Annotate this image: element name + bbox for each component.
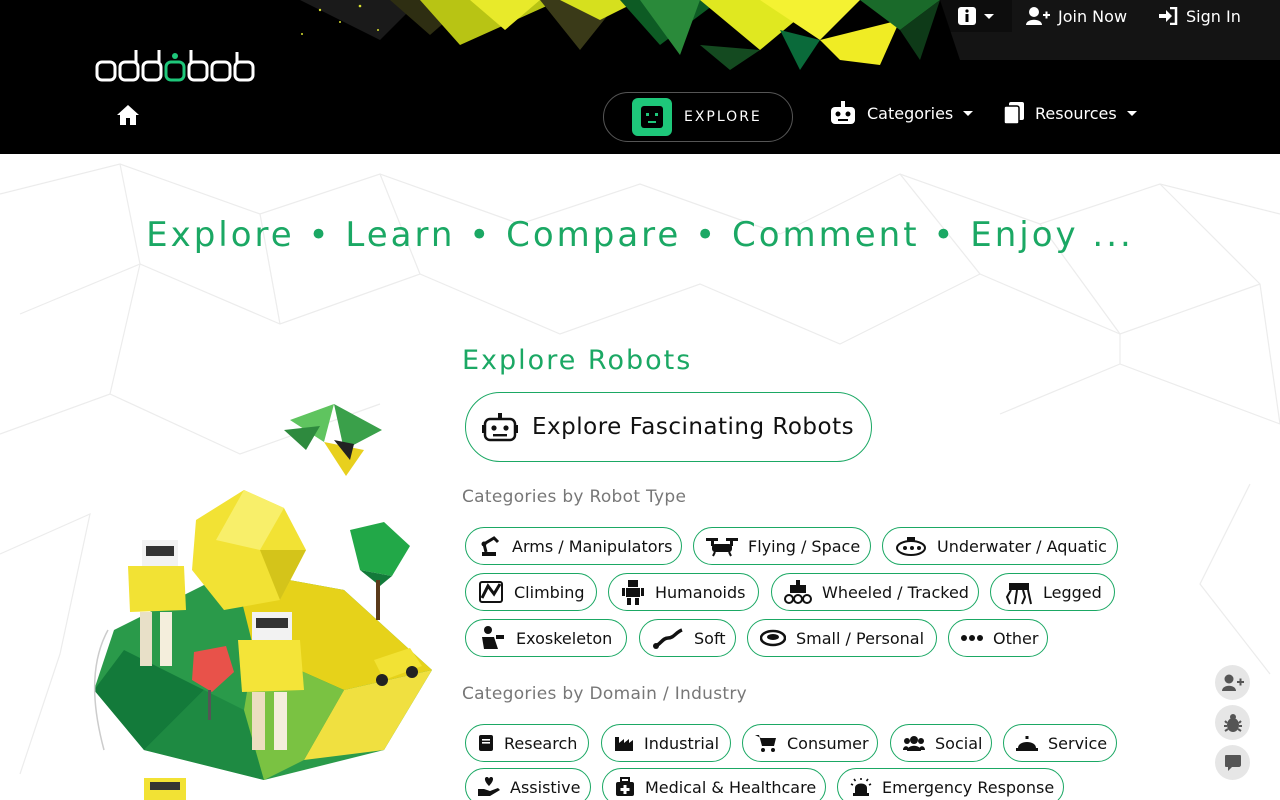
- user-plus-icon: [1026, 6, 1050, 26]
- category-soft[interactable]: Soft: [639, 619, 736, 657]
- category-legged[interactable]: Legged: [990, 573, 1115, 611]
- categories-label: Categories: [867, 103, 954, 123]
- domain-industrial[interactable]: Industrial: [601, 724, 731, 762]
- explore-fascinating-robots-button[interactable]: Explore Fascinating Robots: [465, 392, 872, 462]
- soft-robot-icon: [652, 626, 684, 650]
- domain-service[interactable]: Service: [1003, 724, 1117, 762]
- category-wheeled-tracked[interactable]: Wheeled / Tracked: [771, 573, 979, 611]
- chevron-down-icon: [1126, 110, 1137, 116]
- resources-label: Resources: [1035, 103, 1117, 123]
- domain-label: Consumer: [787, 733, 869, 753]
- sign-in-icon: [1158, 7, 1178, 25]
- submarine-icon: [895, 535, 927, 557]
- domain-label: Medical & Healthcare: [645, 777, 817, 797]
- oddobot-logo[interactable]: [95, 48, 261, 84]
- drone-icon: [706, 535, 738, 557]
- documents-icon: [1003, 101, 1025, 125]
- category-arms-manipulators[interactable]: Arms / Manipulators: [465, 527, 682, 565]
- category-label: Legged: [1043, 582, 1102, 602]
- info-icon: [958, 7, 976, 25]
- robots-isometric-illustration: [93, 404, 432, 800]
- hand-holding-heart-icon: [478, 777, 500, 797]
- robot-icon: [829, 100, 857, 126]
- category-humanoids[interactable]: Humanoids: [608, 573, 759, 611]
- category-exoskeleton[interactable]: Exoskeleton: [465, 619, 627, 657]
- page-tagline: Explore • Learn • Compare • Comment • En…: [146, 215, 1134, 255]
- climbing-robot-icon: [478, 580, 504, 604]
- explore-button[interactable]: EXPLORE: [603, 92, 793, 142]
- fab-join-button[interactable]: [1215, 665, 1250, 700]
- ellipsis-icon: [961, 634, 983, 642]
- domain-industry-heading: Categories by Domain / Industry: [462, 684, 748, 704]
- category-small-personal[interactable]: Small / Personal: [747, 619, 937, 657]
- category-label: Exoskeleton: [516, 628, 613, 648]
- join-now-link[interactable]: Join Now: [1026, 4, 1127, 28]
- legged-robot-icon: [1003, 579, 1033, 605]
- siren-icon: [850, 778, 872, 796]
- sign-in-label: Sign In: [1186, 6, 1241, 26]
- domain-label: Social: [935, 733, 983, 753]
- category-label: Soft: [694, 628, 726, 648]
- home-icon: [117, 105, 139, 125]
- category-label: Humanoids: [655, 582, 746, 602]
- navbar: EXPLORE Categories Resources Join Now Si…: [0, 0, 1280, 154]
- users-icon: [903, 735, 925, 751]
- domain-social[interactable]: Social: [890, 724, 992, 762]
- category-label: Small / Personal: [796, 628, 925, 648]
- sign-in-link[interactable]: Sign In: [1158, 4, 1241, 28]
- domain-research[interactable]: Research: [465, 724, 589, 762]
- chevron-down-icon: [984, 13, 994, 19]
- explore-button-label: EXPLORE: [684, 109, 762, 125]
- category-label: Arms / Manipulators: [512, 536, 673, 556]
- robot-vacuum-icon: [760, 629, 786, 647]
- exoskeleton-icon: [478, 625, 506, 651]
- home-link[interactable]: [114, 101, 142, 129]
- industry-icon: [614, 734, 634, 752]
- domain-label: Emergency Response: [882, 777, 1055, 797]
- info-dropdown[interactable]: [940, 0, 1012, 32]
- fab-feedback-button[interactable]: [1215, 745, 1250, 780]
- humanoid-icon: [621, 579, 645, 605]
- shopping-cart-icon: [755, 734, 777, 752]
- category-label: Other: [993, 628, 1039, 648]
- domain-label: Service: [1048, 733, 1108, 753]
- medical-kit-icon: [615, 777, 635, 797]
- robot-type-heading: Categories by Robot Type: [462, 487, 687, 507]
- service-bell-icon: [1016, 734, 1038, 752]
- robot-icon: [482, 412, 518, 442]
- explore-fascinating-robots-label: Explore Fascinating Robots: [532, 414, 855, 440]
- robot-arm-icon: [478, 534, 502, 558]
- fab-report-bug-button[interactable]: [1215, 705, 1250, 740]
- category-climbing[interactable]: Climbing: [465, 573, 597, 611]
- categories-dropdown[interactable]: Categories: [829, 100, 974, 126]
- bug-icon: [1223, 713, 1242, 732]
- domain-label: Assistive: [510, 777, 581, 797]
- book-icon: [478, 734, 494, 752]
- explore-robots-heading: Explore Robots: [462, 345, 693, 376]
- category-other[interactable]: Other: [948, 619, 1048, 657]
- explore-robot-face-icon: [632, 98, 672, 136]
- domain-label: Research: [504, 733, 578, 753]
- domain-consumer[interactable]: Consumer: [742, 724, 878, 762]
- join-now-label: Join Now: [1058, 6, 1128, 26]
- category-label: Flying / Space: [748, 536, 861, 556]
- category-flying-space[interactable]: Flying / Space: [693, 527, 871, 565]
- category-underwater-aquatic[interactable]: Underwater / Aquatic: [882, 527, 1118, 565]
- domain-medical-healthcare[interactable]: Medical & Healthcare: [602, 768, 826, 800]
- category-label: Wheeled / Tracked: [822, 582, 969, 602]
- domain-assistive[interactable]: Assistive: [465, 768, 591, 800]
- user-plus-icon: [1221, 674, 1244, 691]
- domain-label: Industrial: [644, 733, 720, 753]
- resources-dropdown[interactable]: Resources: [1003, 100, 1137, 126]
- category-label: Climbing: [514, 582, 585, 602]
- domain-emergency-response[interactable]: Emergency Response: [837, 768, 1064, 800]
- chevron-down-icon: [963, 110, 974, 116]
- category-label: Underwater / Aquatic: [937, 536, 1107, 556]
- rover-icon: [784, 579, 812, 605]
- comment-icon: [1224, 754, 1241, 771]
